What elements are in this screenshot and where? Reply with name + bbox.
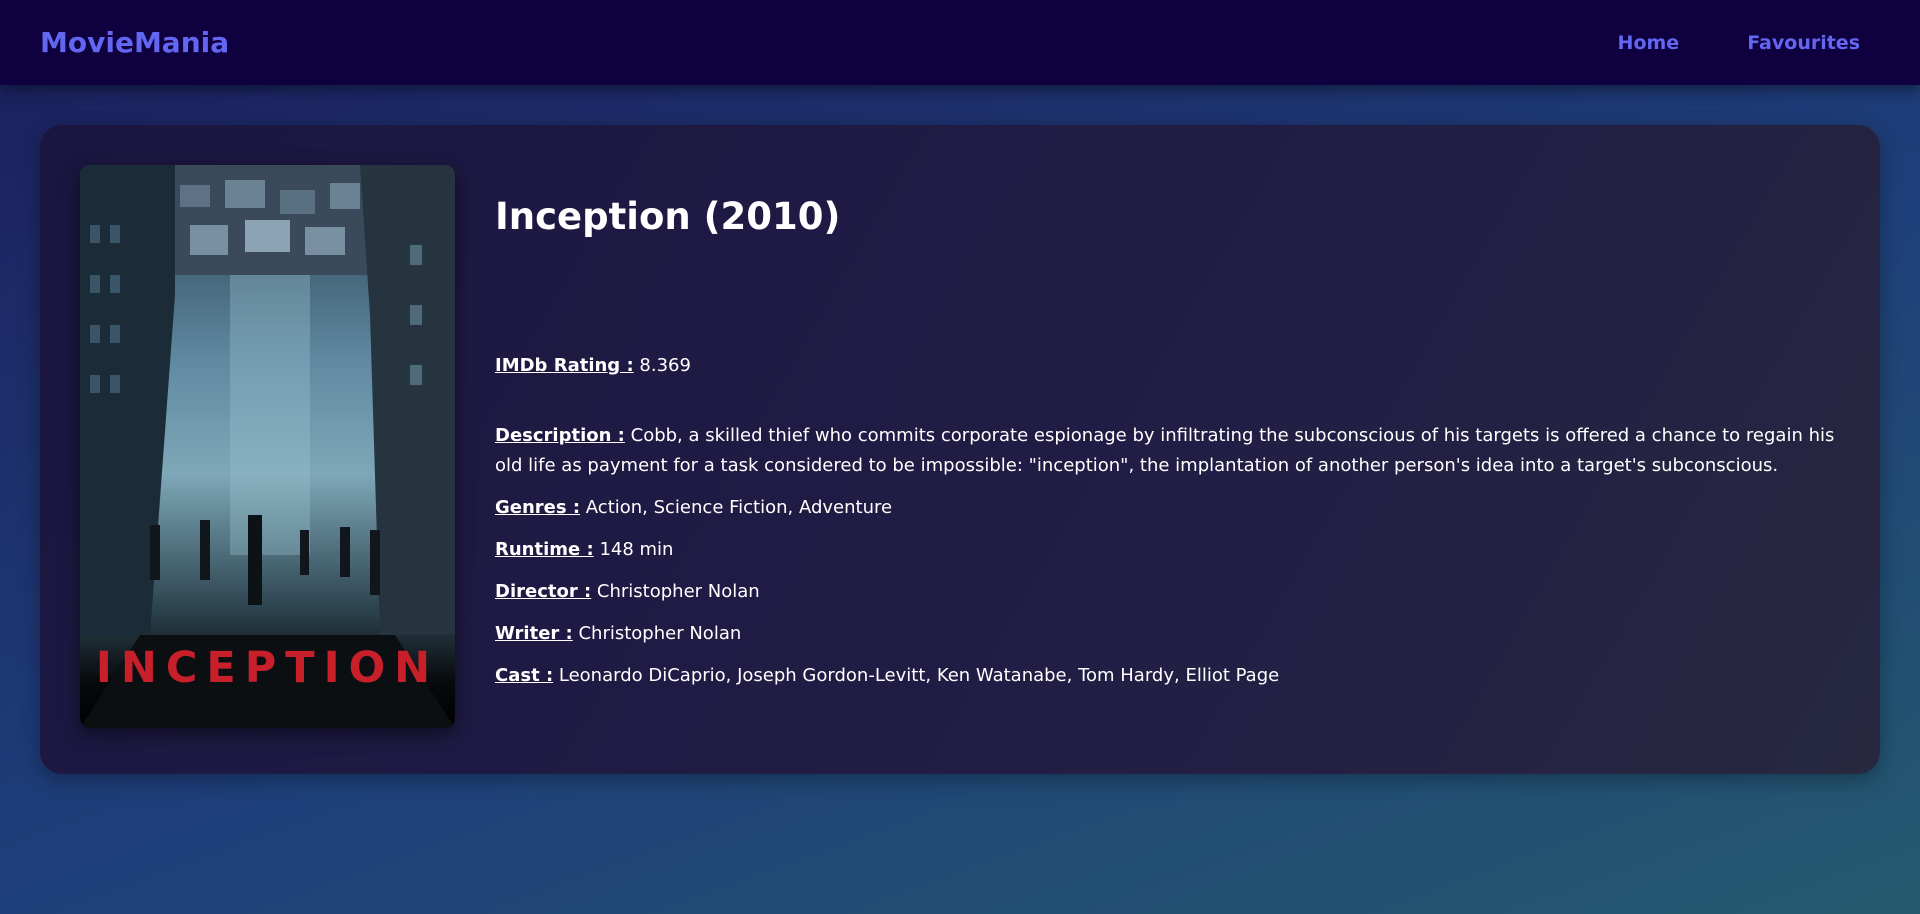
writer-label: Writer : <box>495 623 573 644</box>
imdb-rating-value: 8.369 <box>639 355 691 376</box>
director-value: Christopher Nolan <box>596 581 760 602</box>
genres: Genres : Action, Science Fiction, Advent… <box>495 493 1845 523</box>
movie-poster: INCEPTION <box>80 165 455 728</box>
runtime-label: Runtime : <box>495 539 594 560</box>
imdb-rating-label: IMDb Rating : <box>495 355 634 376</box>
nav-link-home[interactable]: Home <box>1618 32 1680 54</box>
cast-value: Leonardo DiCaprio, Joseph Gordon-Levitt,… <box>558 665 1280 686</box>
writer: Writer : Christopher Nolan <box>495 619 1845 649</box>
runtime: Runtime : 148 min <box>495 535 1845 565</box>
poster-title: INCEPTION <box>95 643 440 693</box>
runtime-value: 148 min <box>599 539 674 560</box>
movie-detail-card: INCEPTION Inception (2010) IMDb Rating :… <box>40 125 1880 774</box>
description-value: Cobb, a skilled thief who commits corpor… <box>495 425 1835 476</box>
genres-label: Genres : <box>495 497 581 518</box>
cast-label: Cast : <box>495 665 554 686</box>
movie-title: Inception (2010) <box>495 195 841 238</box>
movie-info: Inception (2010) IMDb Rating : 8.369 Des… <box>495 195 1845 703</box>
genres-value: Action, Science Fiction, Adventure <box>585 497 893 518</box>
brand-logo[interactable]: MovieMania <box>40 26 229 59</box>
director: Director : Christopher Nolan <box>495 577 1845 607</box>
description: Description : Cobb, a skilled thief who … <box>495 421 1845 481</box>
nav-link-favourites[interactable]: Favourites <box>1747 32 1860 54</box>
writer-value: Christopher Nolan <box>578 623 742 644</box>
navbar: MovieMania Home Favourites <box>0 0 1920 85</box>
nav-links: Home Favourites <box>1618 32 1860 54</box>
cast: Cast : Leonardo DiCaprio, Joseph Gordon-… <box>495 661 1845 691</box>
imdb-rating: IMDb Rating : 8.369 <box>495 351 1845 381</box>
description-label: Description : <box>495 425 625 446</box>
director-label: Director : <box>495 581 592 602</box>
